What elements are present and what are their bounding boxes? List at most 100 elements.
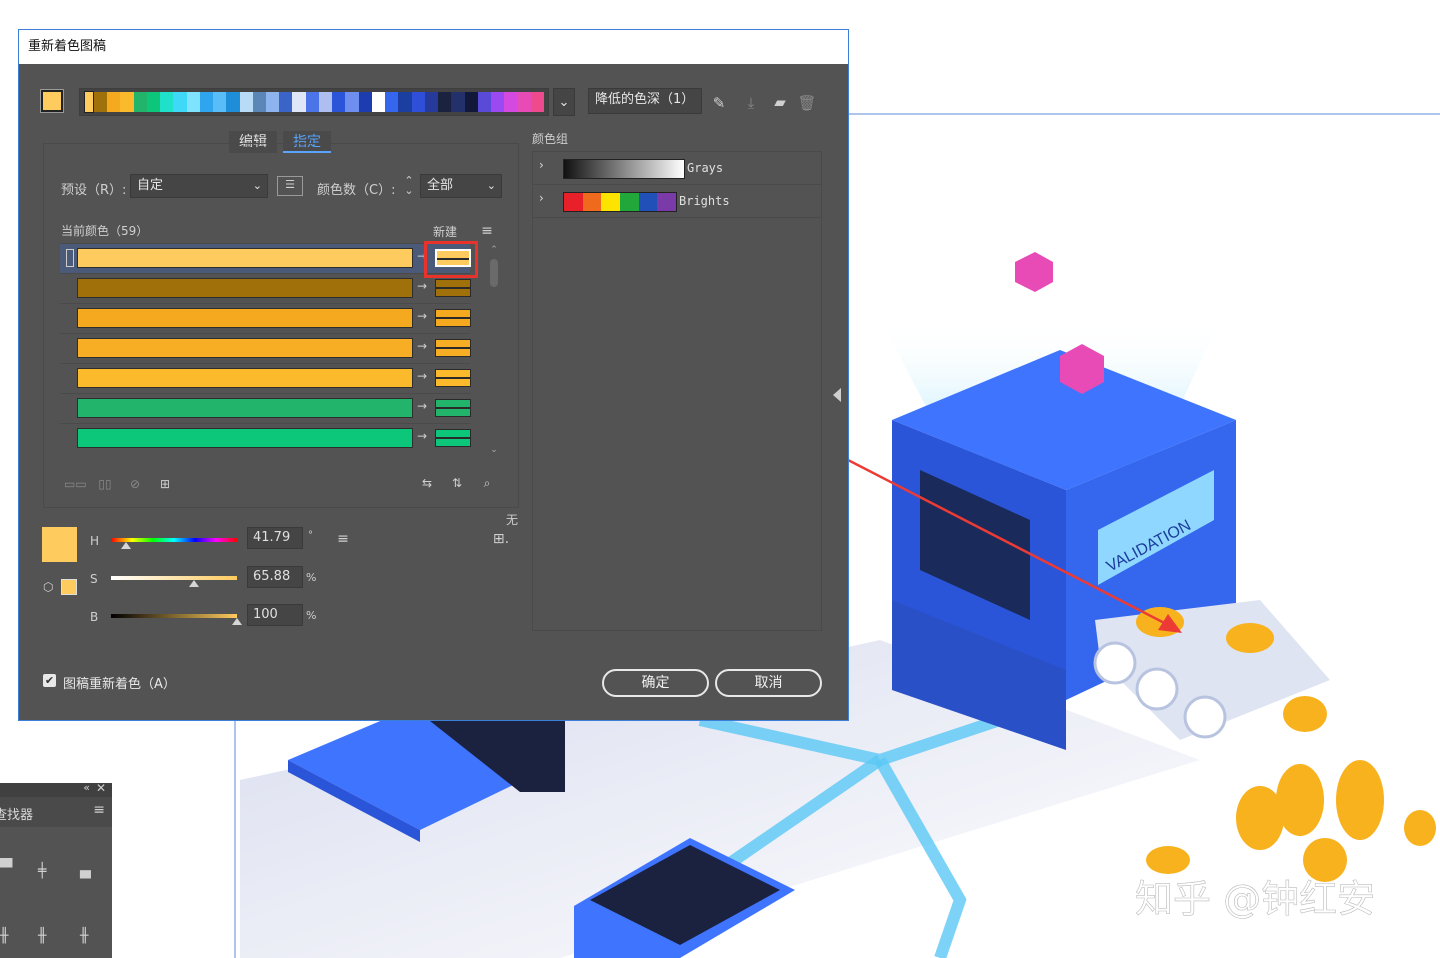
randomize-order-icon[interactable]: ⇆ bbox=[415, 474, 439, 492]
arrow-icon[interactable]: → bbox=[417, 399, 427, 413]
distribute-right-icon[interactable]: ╫ bbox=[80, 928, 102, 946]
merge-colors-icon[interactable]: ▭▭ bbox=[64, 475, 87, 493]
scroll-thumb[interactable] bbox=[490, 259, 498, 287]
active-color-swatch[interactable] bbox=[41, 90, 63, 112]
distribute-center-icon[interactable]: ╫ bbox=[38, 928, 60, 946]
new-color-swatch[interactable] bbox=[435, 369, 471, 387]
current-color-bar[interactable] bbox=[77, 278, 413, 298]
cancel-button[interactable]: 取消 bbox=[715, 669, 822, 697]
panel-header: « ✕ bbox=[0, 781, 112, 797]
distribute-left-icon[interactable]: ╫ bbox=[0, 928, 18, 946]
saturation-slider[interactable] bbox=[111, 576, 237, 580]
selected-color-preview[interactable] bbox=[42, 527, 77, 562]
scroll-down-icon[interactable]: ⌄ bbox=[488, 445, 500, 455]
colors-count-label: 颜色数（C）: bbox=[317, 183, 396, 198]
new-color-swatch[interactable] bbox=[435, 339, 471, 357]
color-row[interactable]: → bbox=[60, 423, 471, 454]
find-color-icon[interactable]: ⌕ bbox=[475, 474, 499, 492]
hue-input[interactable]: 41.79 bbox=[247, 527, 303, 549]
panel-tab[interactable]: 查找器 ≡ bbox=[0, 797, 112, 827]
arrow-icon[interactable]: → bbox=[417, 309, 427, 323]
saturation-unit: % bbox=[306, 571, 317, 584]
color-group-brights[interactable]: › Brights bbox=[533, 185, 821, 218]
current-colors-header: 当前颜色（59） bbox=[61, 224, 149, 238]
rows-menu-icon[interactable]: ≡ bbox=[479, 222, 495, 240]
current-color-bar[interactable] bbox=[77, 248, 413, 268]
expand-chevron-icon[interactable]: › bbox=[539, 158, 544, 172]
brightness-label: B bbox=[90, 610, 99, 624]
arrow-icon[interactable]: → bbox=[417, 339, 427, 353]
new-color-swatch[interactable] bbox=[435, 429, 471, 447]
brightness-input[interactable]: 100 bbox=[247, 604, 303, 626]
row-handle[interactable] bbox=[66, 249, 74, 267]
hsb-menu-icon[interactable]: ≡ bbox=[335, 530, 351, 548]
hue-slider-thumb[interactable] bbox=[121, 542, 131, 549]
new-color-swatch[interactable] bbox=[435, 399, 471, 417]
color-row[interactable]: → bbox=[60, 363, 471, 394]
new-color-swatch[interactable] bbox=[435, 309, 471, 327]
new-colors-header: 新建 bbox=[433, 225, 458, 239]
align-top-icon[interactable]: ▀ bbox=[0, 858, 18, 877]
color-group-grays[interactable]: › Grays bbox=[533, 152, 821, 185]
chevron-down-icon: ⌄ bbox=[252, 179, 262, 192]
folder-icon[interactable]: ▰ bbox=[769, 93, 791, 111]
recolor-artwork-dialog: 重新着色图稿 ⌄ 降低的色深（1） ✎ ⤓ ▰ 🗑 编辑 指定 预设（R）: 自… bbox=[18, 29, 849, 721]
arrow-icon[interactable]: → bbox=[417, 429, 427, 443]
current-color-bar[interactable] bbox=[77, 398, 413, 418]
chevron-down-icon: ⌄ bbox=[486, 179, 496, 192]
current-color-bar[interactable] bbox=[77, 308, 413, 328]
ok-button[interactable]: 确定 bbox=[602, 669, 709, 697]
expand-chevron-icon[interactable]: › bbox=[539, 191, 544, 205]
separate-colors-icon[interactable]: ▯▯ bbox=[94, 475, 116, 493]
arrow-icon[interactable]: → bbox=[417, 279, 427, 293]
brights-swatches[interactable] bbox=[563, 192, 677, 212]
eyedropper-icon[interactable]: ✎ bbox=[709, 94, 729, 112]
saturation-slider-thumb[interactable] bbox=[189, 580, 199, 587]
recolor-art-checkbox[interactable]: ✔ bbox=[43, 674, 56, 687]
brightness-slider[interactable] bbox=[111, 614, 237, 618]
color-row[interactable]: → bbox=[60, 243, 471, 274]
delete-icon[interactable]: 🗑 bbox=[797, 94, 817, 112]
color-harmony-strip[interactable] bbox=[79, 88, 549, 116]
color-row[interactable]: → bbox=[60, 273, 471, 304]
out-of-gamut-icon[interactable]: ⬡ bbox=[43, 580, 53, 594]
color-mode-grid-icon[interactable]: ⊞. bbox=[487, 530, 515, 548]
brightness-slider-thumb[interactable] bbox=[232, 618, 242, 625]
grays-swatches[interactable] bbox=[563, 159, 685, 179]
color-groups-panel: › Grays › Brights bbox=[532, 151, 822, 631]
color-groups-header: 颜色组 bbox=[532, 132, 569, 146]
preset-select[interactable]: 自定 ⌄ bbox=[130, 174, 268, 198]
scroll-up-icon[interactable]: ⌃ bbox=[488, 245, 500, 255]
align-bottom-icon[interactable]: ▄ bbox=[80, 863, 102, 881]
web-safe-swatch[interactable] bbox=[61, 579, 77, 595]
collapse-panel-icon[interactable] bbox=[833, 388, 841, 402]
current-color-bar[interactable] bbox=[77, 368, 413, 388]
harmony-dropdown-button[interactable]: ⌄ bbox=[553, 88, 575, 116]
collapse-icon[interactable]: « bbox=[83, 781, 90, 794]
panel-menu-icon[interactable]: ≡ bbox=[93, 802, 105, 818]
exclude-colors-icon[interactable]: ⊘ bbox=[124, 475, 146, 493]
saturation-input[interactable]: 65.88 bbox=[247, 566, 303, 588]
preset-value: 自定 bbox=[137, 178, 164, 193]
highlight-box bbox=[424, 241, 478, 278]
color-row[interactable]: → bbox=[60, 333, 471, 364]
align-vcenter-icon[interactable]: ╪ bbox=[38, 863, 60, 881]
color-row[interactable]: → bbox=[60, 393, 471, 424]
reduce-colors-button[interactable]: 降低的色深（1） bbox=[588, 88, 702, 114]
arrow-icon[interactable]: → bbox=[417, 369, 427, 383]
dialog-titlebar[interactable]: 重新着色图稿 bbox=[19, 30, 848, 64]
preset-options-icon[interactable]: ☰ bbox=[277, 176, 303, 196]
colors-stepper-icon[interactable]: ⌃ ⌄ bbox=[402, 175, 416, 196]
new-color-swatch[interactable] bbox=[435, 279, 471, 297]
preset-label: 预设（R）: bbox=[61, 183, 127, 198]
new-row-icon[interactable]: ⊞ bbox=[154, 475, 176, 493]
hue-label: H bbox=[90, 534, 100, 548]
rows-scrollbar[interactable]: ⌃ ⌄ bbox=[488, 245, 500, 460]
color-row[interactable]: → bbox=[60, 303, 471, 334]
close-icon[interactable]: ✕ bbox=[96, 781, 106, 795]
save-group-icon[interactable]: ⤓ bbox=[741, 94, 761, 112]
current-color-bar[interactable] bbox=[77, 338, 413, 358]
randomize-saturation-icon[interactable]: ⇅ bbox=[445, 474, 469, 492]
current-color-bar[interactable] bbox=[77, 428, 413, 448]
colors-count-select[interactable]: 全部 ⌄ bbox=[420, 174, 502, 198]
